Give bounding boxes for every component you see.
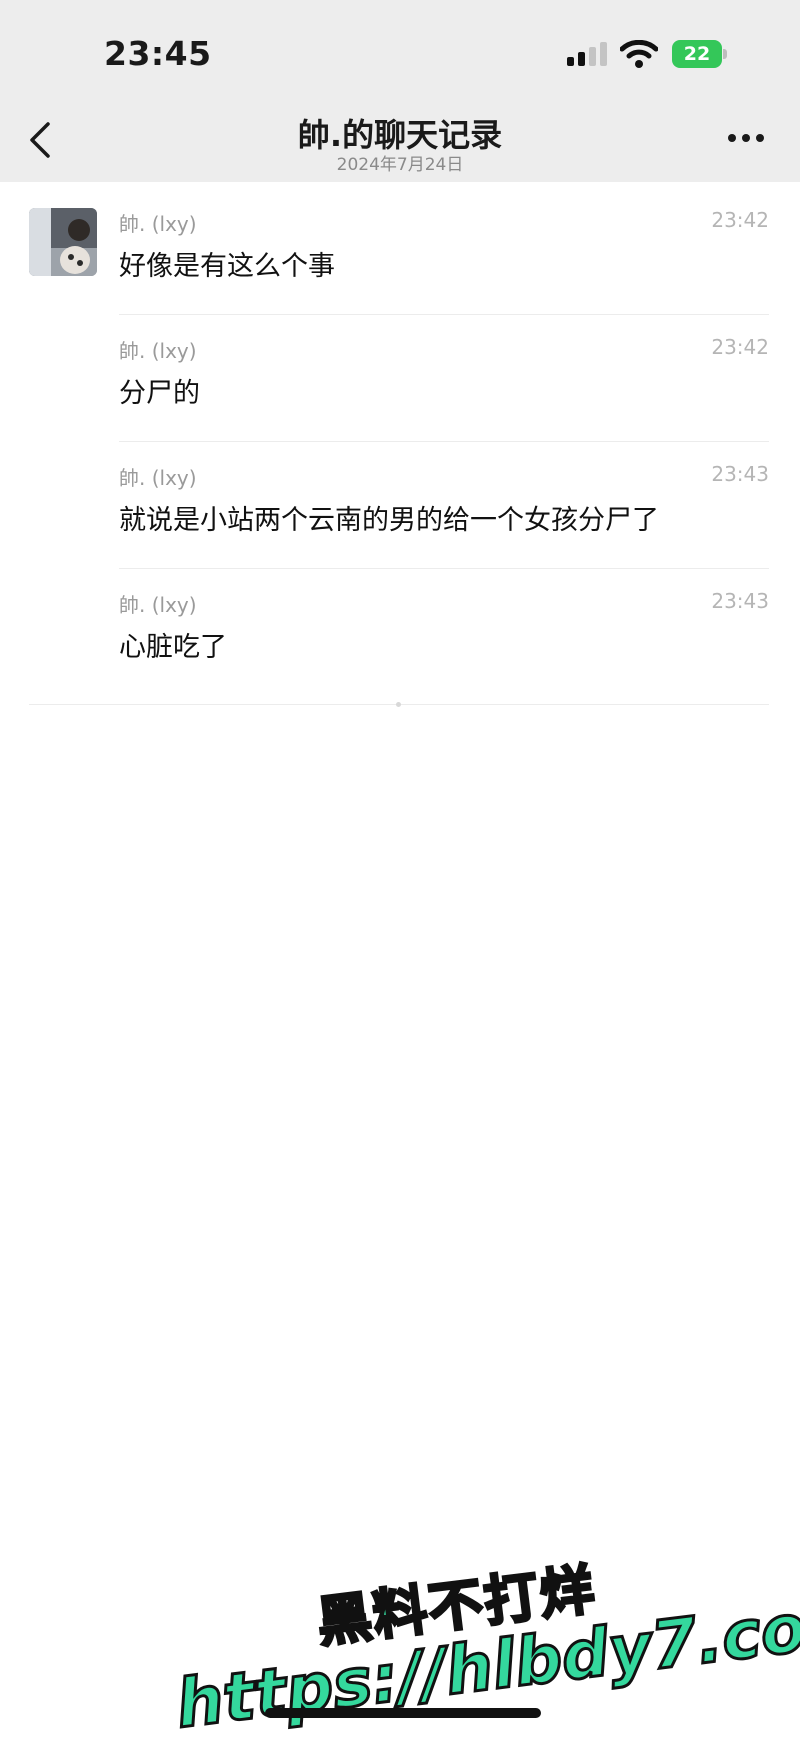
message-time: 23:42 <box>711 335 769 359</box>
battery-level: 22 <box>672 40 722 68</box>
message-text: 就说是小站两个云南的男的给一个女孩分尸了 <box>119 505 659 536</box>
message-item[interactable]: 帥. (lxy) 23:42 好像是有这么个事 <box>119 208 769 335</box>
message-item[interactable]: 帥. (lxy) 23:42 分尸的 <box>119 335 769 462</box>
home-indicator[interactable] <box>265 1708 541 1718</box>
top-bar: 23:45 22 帥.的聊天记录 2024年7月24日 <box>0 0 800 182</box>
message-item[interactable]: 帥. (lxy) 23:43 心脏吃了 <box>119 589 769 716</box>
message-item[interactable]: 帥. (lxy) 23:43 就说是小站两个云南的男的给一个女孩分尸了 <box>119 462 769 589</box>
wifi-icon <box>620 40 658 68</box>
message-time: 23:43 <box>711 462 769 486</box>
status-time: 23:45 <box>104 34 212 73</box>
message-text: 分尸的 <box>119 378 200 409</box>
message-text: 心脏吃了 <box>119 632 227 663</box>
divider <box>119 568 769 569</box>
sender-name: 帥. (lxy) <box>119 339 197 363</box>
watermark: 黑料不打烊 https://hlbdy7.com <box>161 1504 800 1761</box>
battery-icon: 22 <box>672 40 728 68</box>
divider <box>119 314 769 315</box>
sender-name: 帥. (lxy) <box>119 466 197 490</box>
message-time: 23:43 <box>711 589 769 613</box>
more-options-button[interactable] <box>726 130 766 146</box>
sender-name: 帥. (lxy) <box>119 593 197 617</box>
page-subtitle: 2024年7月24日 <box>336 155 464 175</box>
message-time: 23:42 <box>711 208 769 232</box>
message-text: 好像是有这么个事 <box>119 251 335 282</box>
avatar[interactable] <box>29 208 97 276</box>
cellular-signal-icon <box>567 42 607 66</box>
divider <box>119 441 769 442</box>
end-dot <box>396 702 401 707</box>
sender-name: 帥. (lxy) <box>119 212 197 236</box>
